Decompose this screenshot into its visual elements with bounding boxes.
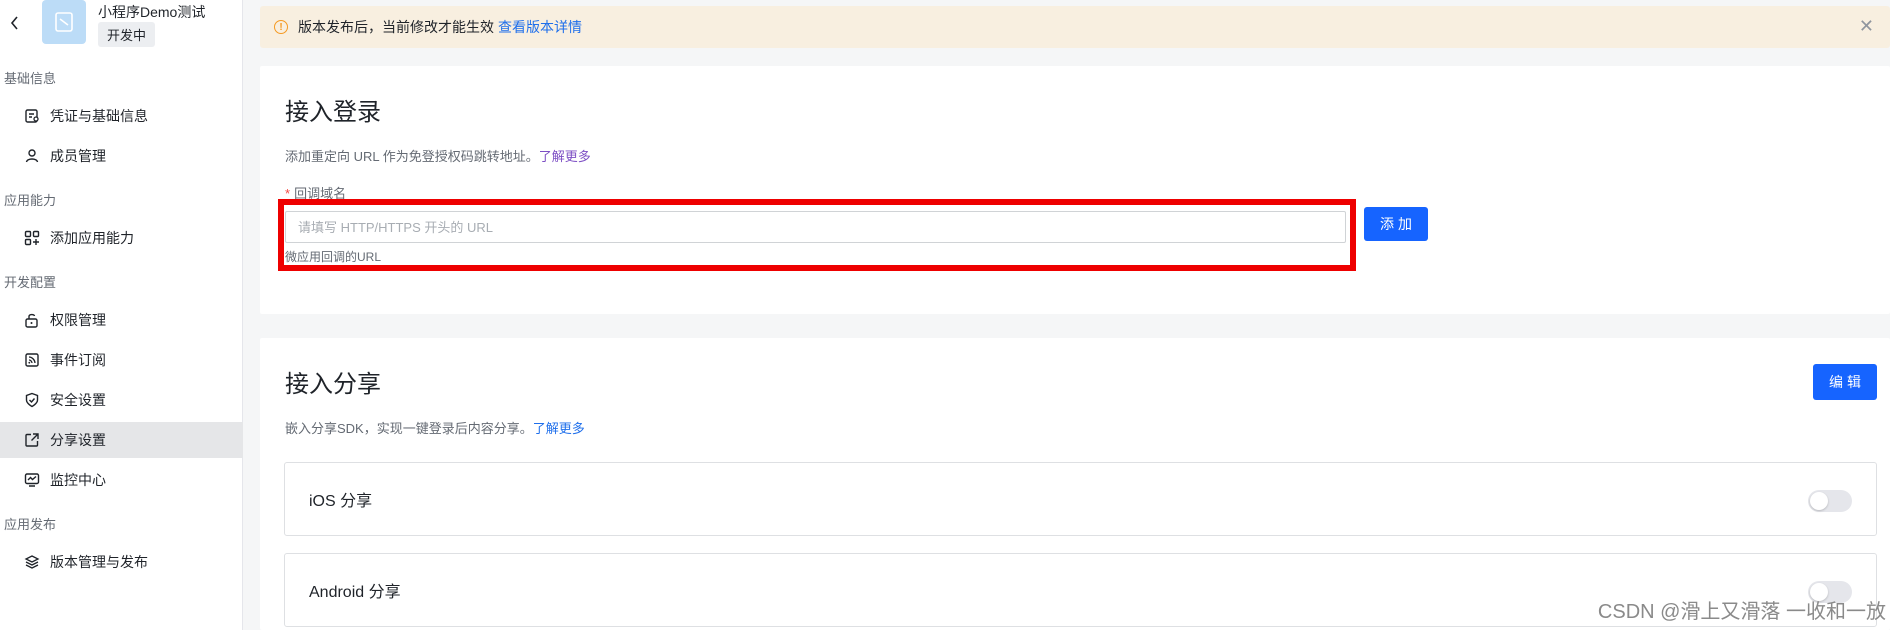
android-share-label: Android 分享	[309, 584, 401, 601]
chevron-left-icon	[10, 16, 18, 30]
callback-url-hint: 微应用回调的URL	[285, 250, 382, 264]
share-learn-more-link[interactable]: 了解更多	[533, 421, 585, 436]
group-title-release: 应用发布	[4, 517, 57, 532]
sidebar-item-monitor[interactable]: 监控中心	[0, 462, 243, 498]
callback-url-input[interactable]	[285, 211, 1346, 243]
required-mark: *	[285, 186, 291, 201]
warning-icon: !	[274, 20, 288, 34]
group-title-basic: 基础信息	[4, 71, 57, 86]
app-logo	[42, 0, 86, 44]
sidebar-item-members[interactable]: 成员管理	[0, 138, 243, 174]
login-card-title: 接入登录	[285, 98, 381, 126]
sidebar-item-events[interactable]: 事件订阅	[0, 342, 243, 378]
sidebar-item-label: 安全设置	[50, 392, 106, 408]
callback-domain-label-text: 回调域名	[294, 186, 347, 201]
app-status-badge: 开发中	[98, 22, 156, 47]
sidebar-item-label: 权限管理	[50, 312, 106, 328]
banner-text: 版本发布后，当前修改才能生效	[298, 19, 494, 35]
group-title-capability: 应用能力	[4, 193, 57, 208]
watermark: CSDN @滑上又滑落 一收和一放	[1597, 601, 1886, 623]
credential-icon	[24, 108, 40, 124]
user-icon	[24, 148, 40, 164]
ios-share-toggle[interactable]	[1808, 490, 1852, 512]
login-card-description: 添加重定向 URL 作为免登授权码跳转地址。了解更多	[285, 146, 591, 165]
monitor-icon	[24, 472, 40, 488]
apps-icon	[24, 230, 40, 246]
login-desc-text: 添加重定向 URL 作为免登授权码跳转地址。	[285, 149, 539, 164]
shield-icon	[24, 392, 40, 408]
share-desc-text: 嵌入分享SDK，实现一键登录后内容分享。	[285, 421, 533, 436]
unlock-icon	[24, 312, 40, 328]
event-icon	[24, 352, 40, 368]
login-integration-card: 接入登录 添加重定向 URL 作为免登授权码跳转地址。了解更多 *回调域名 微应…	[260, 66, 1890, 314]
sidebar-item-label: 添加应用能力	[50, 230, 134, 246]
sidebar-item-label: 版本管理与发布	[50, 554, 148, 570]
share-icon	[24, 432, 40, 448]
app-name: 小程序Demo测试	[98, 4, 206, 20]
login-learn-more-link[interactable]: 了解更多	[539, 149, 591, 164]
edit-button[interactable]: 编辑	[1813, 364, 1877, 400]
ios-share-row: iOS 分享	[284, 462, 1877, 536]
sidebar-item-label: 事件订阅	[50, 352, 106, 368]
back-button[interactable]	[4, 12, 26, 34]
app-header: 小程序Demo测试 开发中	[0, 0, 243, 52]
sidebar-item-label: 分享设置	[50, 432, 106, 448]
share-card-title: 接入分享	[285, 370, 381, 398]
app-logo-icon	[55, 12, 73, 32]
share-integration-card: 接入分享 编辑 嵌入分享SDK，实现一键登录后内容分享。了解更多 iOS 分享 …	[260, 338, 1890, 630]
sidebar-item-add-capability[interactable]: 添加应用能力	[0, 220, 243, 256]
layers-icon	[24, 554, 40, 570]
sidebar-item-share-settings[interactable]: 分享设置	[0, 422, 243, 458]
add-button[interactable]: 添加	[1364, 207, 1428, 241]
close-icon[interactable]: ✕	[1859, 16, 1874, 37]
sidebar-item-permissions[interactable]: 权限管理	[0, 302, 243, 338]
release-notice-banner: ! 版本发布后，当前修改才能生效 查看版本详情 ✕	[260, 6, 1890, 48]
sidebar-item-label: 监控中心	[50, 472, 106, 488]
group-title-dev-config: 开发配置	[4, 275, 57, 290]
sidebar-item-credentials[interactable]: 凭证与基础信息	[0, 98, 243, 134]
sidebar-item-versions[interactable]: 版本管理与发布	[0, 544, 243, 580]
sidebar-item-label: 成员管理	[50, 148, 106, 164]
share-card-description: 嵌入分享SDK，实现一键登录后内容分享。了解更多	[285, 418, 585, 437]
view-version-details-link[interactable]: 查看版本详情	[498, 17, 582, 37]
ios-share-label: iOS 分享	[309, 493, 373, 510]
sidebar-item-security[interactable]: 安全设置	[0, 382, 243, 418]
sidebar: 小程序Demo测试 开发中 基础信息 凭证与基础信息 成员管理 应用能力 添加应…	[0, 0, 243, 630]
sidebar-item-label: 凭证与基础信息	[50, 108, 148, 124]
callback-domain-label: * 回调域名	[285, 183, 346, 202]
toggle-knob	[1810, 492, 1828, 510]
